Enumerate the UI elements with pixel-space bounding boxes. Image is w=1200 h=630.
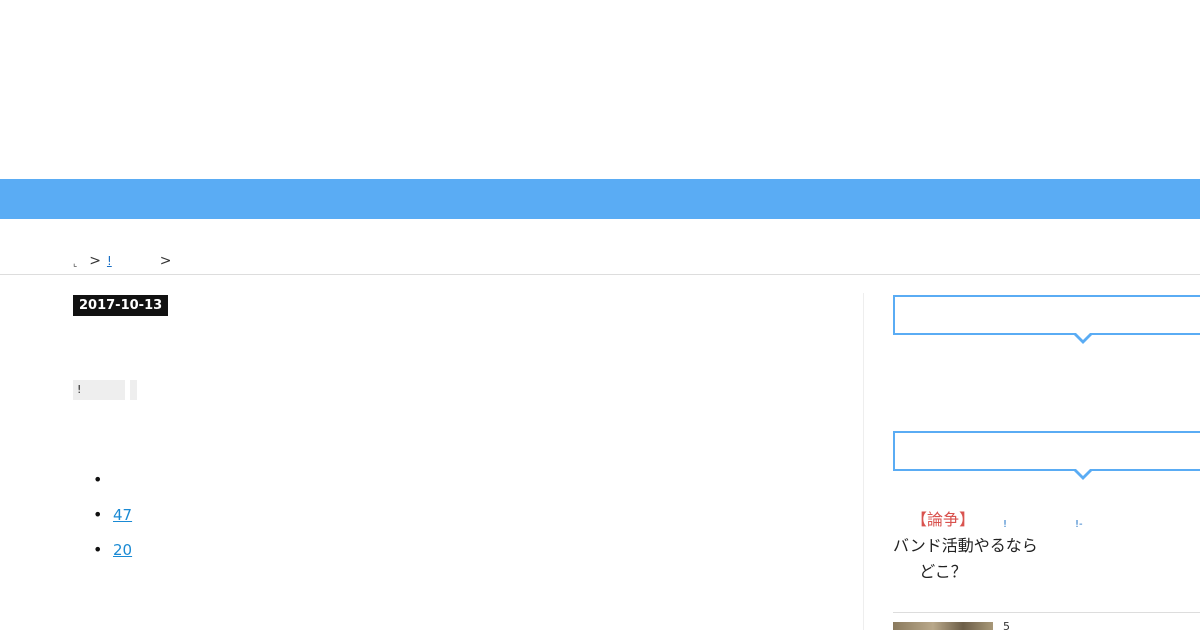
post-link[interactable]: 20 bbox=[113, 541, 146, 559]
sidebar-widget-header bbox=[893, 431, 1200, 480]
post-tag[interactable]: ! bbox=[73, 380, 125, 400]
sidebar-next-post-title[interactable]: 5 bbox=[1003, 620, 1010, 630]
sidebar-post-separator bbox=[893, 612, 1200, 613]
global-nav-bar bbox=[0, 179, 1200, 219]
post-tags: ! bbox=[73, 380, 137, 400]
post-link[interactable]: 47 bbox=[113, 506, 132, 524]
sidebar-post-tag: 【論争】 bbox=[910, 510, 975, 529]
list-item: • 47 bbox=[93, 497, 150, 532]
breadcrumb-category-label: ! bbox=[106, 254, 112, 268]
sidebar-post-meta[interactable]: ! bbox=[1003, 519, 1007, 530]
widget-pointer-icon bbox=[1073, 468, 1093, 480]
sidebar-post-title-cont: どこ？ bbox=[919, 562, 967, 581]
bullet-icon: • bbox=[93, 505, 103, 524]
sidebar-post-title: バンド活動やるなら bbox=[893, 536, 1038, 555]
sidebar-divider bbox=[863, 293, 864, 630]
post-tag[interactable] bbox=[130, 380, 137, 400]
list-item: • bbox=[93, 462, 150, 497]
sidebar-featured-post[interactable]: 【論争】 バンド活動やるなら どこ？ bbox=[893, 506, 1038, 582]
breadcrumb-divider bbox=[0, 274, 1200, 275]
breadcrumb: ⌞ > ! > bbox=[73, 252, 178, 270]
post-link-label: 20 bbox=[113, 540, 133, 559]
sidebar-widget-header bbox=[893, 295, 1200, 344]
breadcrumb-home[interactable]: ⌞ bbox=[73, 259, 77, 269]
breadcrumb-separator: > bbox=[89, 253, 101, 269]
bullet-icon: • bbox=[93, 540, 103, 559]
breadcrumb-separator-2: > bbox=[159, 253, 172, 269]
widget-pointer-icon bbox=[1073, 332, 1093, 344]
list-item: • 20 bbox=[93, 532, 150, 567]
bullet-icon: • bbox=[93, 470, 103, 489]
sidebar-post-thumbnail[interactable] bbox=[893, 622, 993, 630]
post-link-list: • • 47 • 20 bbox=[93, 462, 150, 567]
sidebar-post-meta[interactable]: !- bbox=[1075, 519, 1083, 530]
post-link[interactable] bbox=[113, 471, 150, 489]
breadcrumb-category-link[interactable]: ! bbox=[107, 254, 154, 268]
post-date-badge: 2017-10-13 bbox=[73, 295, 169, 316]
